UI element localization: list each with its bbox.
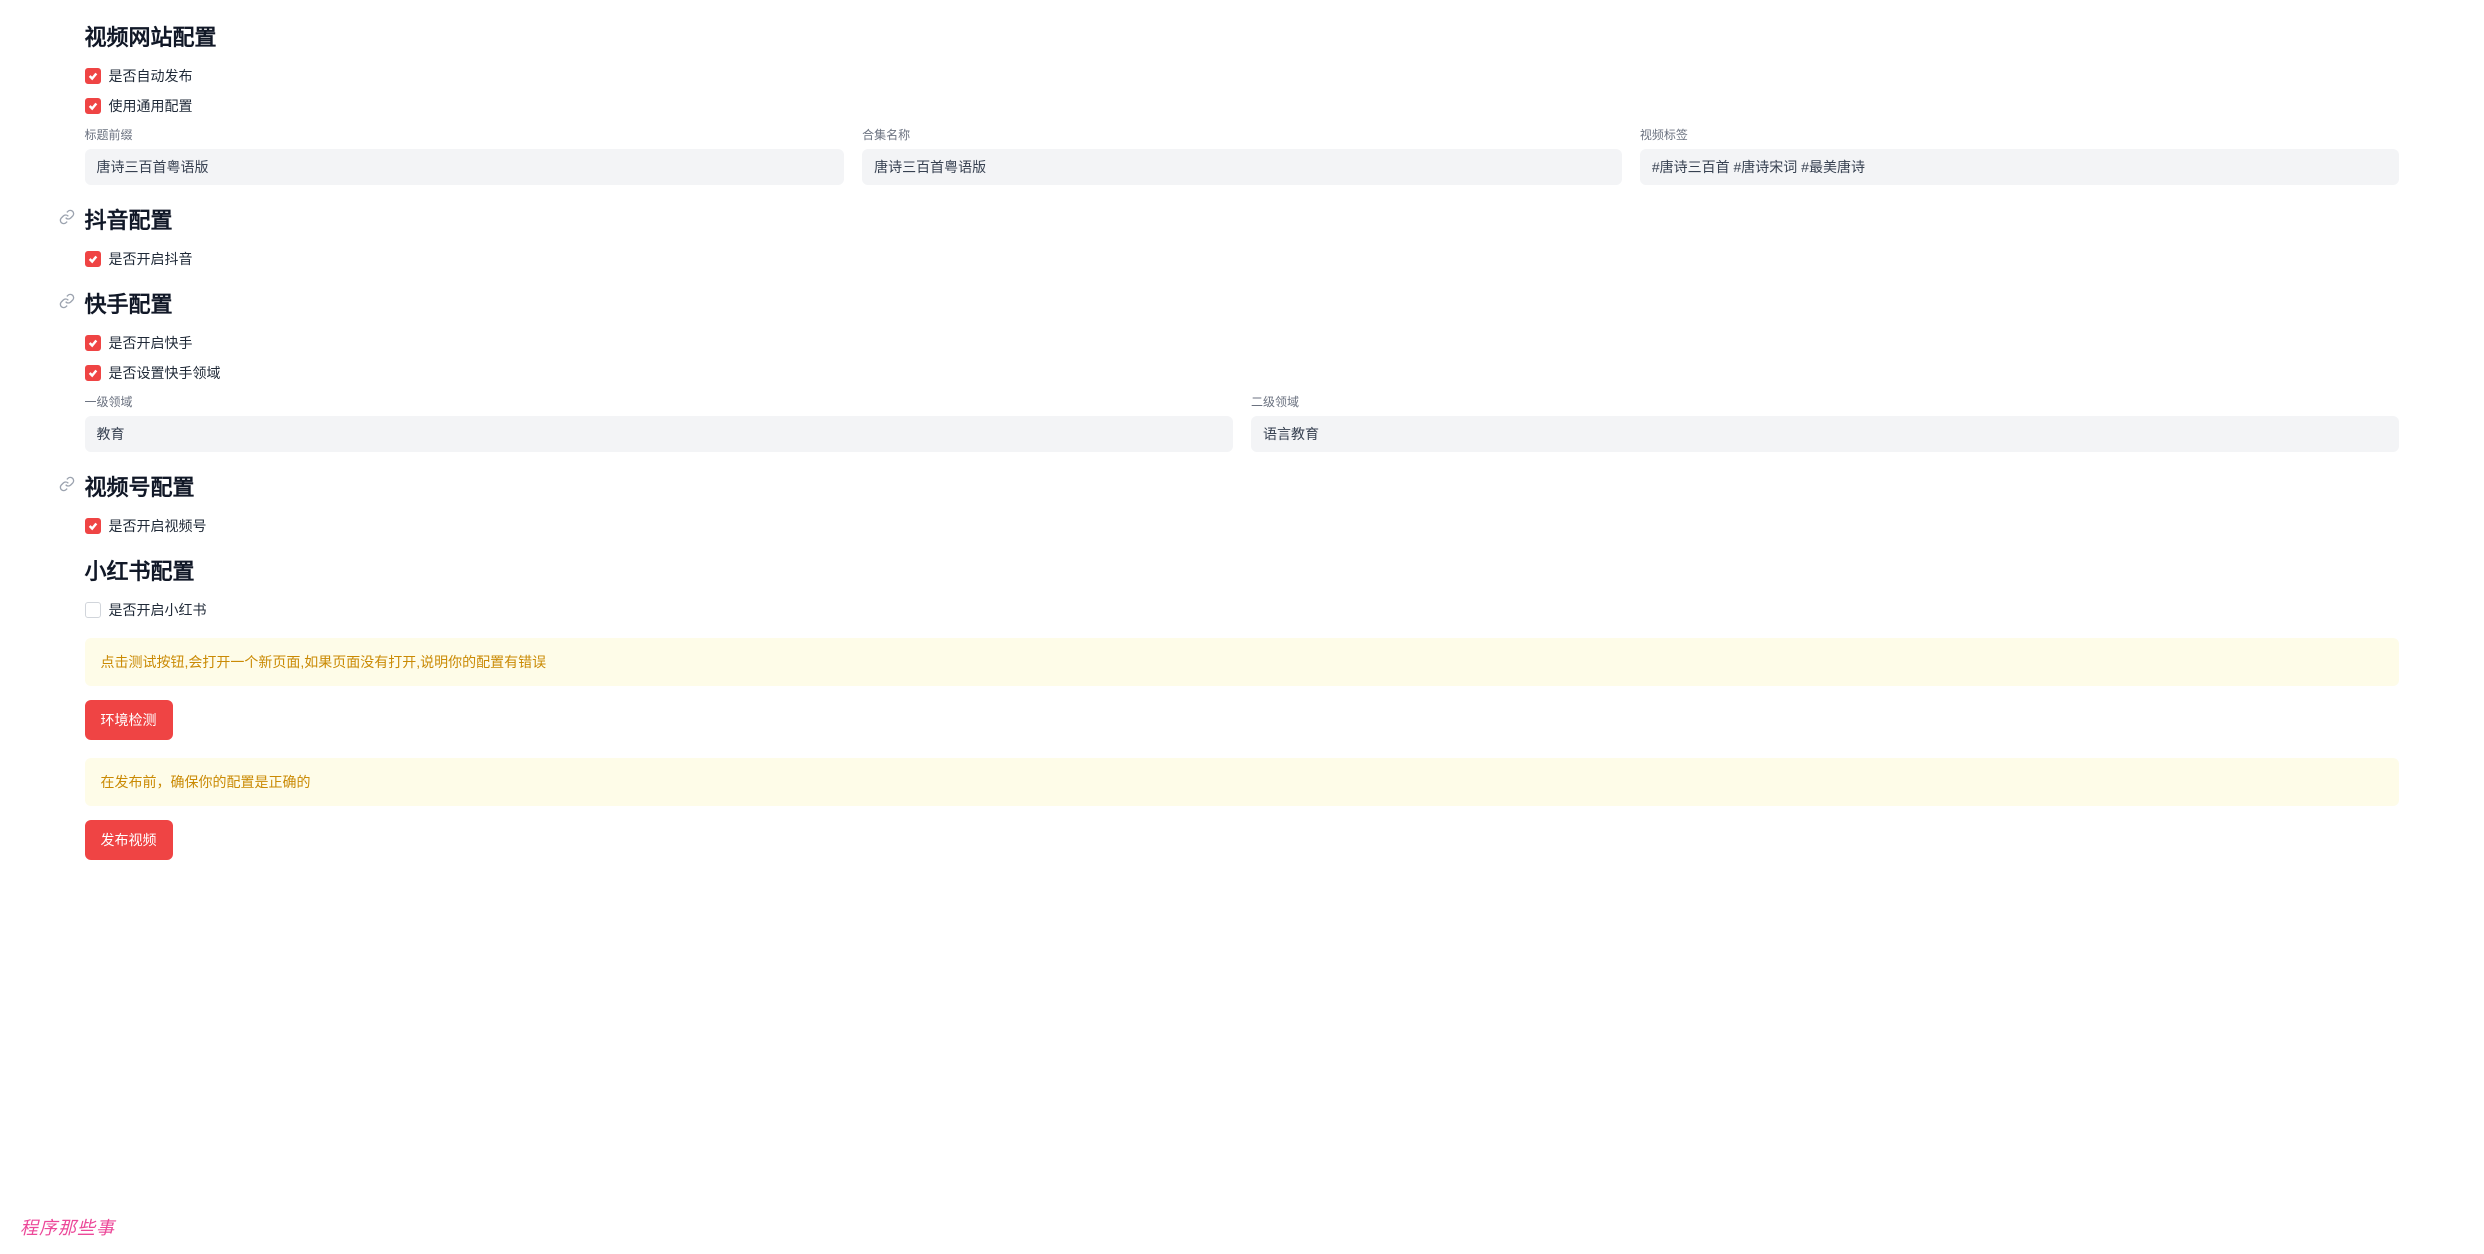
watermark-text: 程序那些事 xyxy=(20,1214,115,1240)
section-video-site: 视频网站配置 是否自动发布 使用通用配置 标题前缀 合集名称 视频标签 xyxy=(85,20,2400,185)
link-icon xyxy=(59,476,75,495)
heading-wechat-channels: 视频号配置 xyxy=(85,470,2400,502)
checkbox-auto-publish[interactable]: 是否自动发布 xyxy=(85,66,2400,86)
link-icon xyxy=(59,209,75,228)
input-domain-level2[interactable] xyxy=(1251,416,2399,452)
input-title-prefix[interactable] xyxy=(85,149,845,185)
checkbox-icon xyxy=(85,68,101,84)
section-wechat-channels: 视频号配置 是否开启视频号 xyxy=(85,470,2400,536)
input-video-tags[interactable] xyxy=(1640,149,2400,185)
section-kuaishou: 快手配置 是否开启快手 是否设置快手领域 一级领域 二级领域 xyxy=(85,287,2400,452)
env-check-button[interactable]: 环境检测 xyxy=(85,700,173,740)
alert-test-hint: 点击测试按钮,会打开一个新页面,如果页面没有打开,说明你的配置有错误 xyxy=(85,638,2400,686)
heading-kuaishou: 快手配置 xyxy=(85,287,2400,319)
checkbox-use-common-config[interactable]: 使用通用配置 xyxy=(85,96,2400,116)
heading-video-site: 视频网站配置 xyxy=(85,20,2400,52)
checkbox-icon xyxy=(85,602,101,618)
checkbox-enable-kuaishou[interactable]: 是否开启快手 xyxy=(85,333,2400,353)
label-video-tags: 视频标签 xyxy=(1640,126,2400,143)
checkbox-label: 是否开启小红书 xyxy=(109,600,207,620)
checkbox-label: 是否设置快手领域 xyxy=(109,363,221,383)
input-collection-name[interactable] xyxy=(862,149,1622,185)
checkbox-icon xyxy=(85,251,101,267)
checkbox-label: 是否开启抖音 xyxy=(109,249,193,269)
label-collection-name: 合集名称 xyxy=(862,126,1622,143)
section-douyin: 抖音配置 是否开启抖音 xyxy=(85,203,2400,269)
input-domain-level1[interactable] xyxy=(85,416,1233,452)
checkbox-set-kuaishou-domain[interactable]: 是否设置快手领域 xyxy=(85,363,2400,383)
checkbox-label: 使用通用配置 xyxy=(109,96,193,116)
link-icon xyxy=(59,293,75,312)
checkbox-enable-xiaohongshu[interactable]: 是否开启小红书 xyxy=(85,600,2400,620)
label-title-prefix: 标题前缀 xyxy=(85,126,845,143)
checkbox-label: 是否自动发布 xyxy=(109,66,193,86)
checkbox-label: 是否开启视频号 xyxy=(109,516,207,536)
publish-video-button[interactable]: 发布视频 xyxy=(85,820,173,860)
section-xiaohongshu: 小红书配置 是否开启小红书 xyxy=(85,554,2400,620)
checkbox-icon xyxy=(85,98,101,114)
heading-xiaohongshu: 小红书配置 xyxy=(85,554,2400,586)
label-domain-level1: 一级领域 xyxy=(85,393,1233,410)
checkbox-icon xyxy=(85,335,101,351)
checkbox-icon xyxy=(85,365,101,381)
checkbox-enable-wechat-channels[interactable]: 是否开启视频号 xyxy=(85,516,2400,536)
checkbox-enable-douyin[interactable]: 是否开启抖音 xyxy=(85,249,2400,269)
checkbox-label: 是否开启快手 xyxy=(109,333,193,353)
heading-douyin: 抖音配置 xyxy=(85,203,2400,235)
label-domain-level2: 二级领域 xyxy=(1251,393,2399,410)
checkbox-icon xyxy=(85,518,101,534)
alert-publish-hint: 在发布前，确保你的配置是正确的 xyxy=(85,758,2400,806)
